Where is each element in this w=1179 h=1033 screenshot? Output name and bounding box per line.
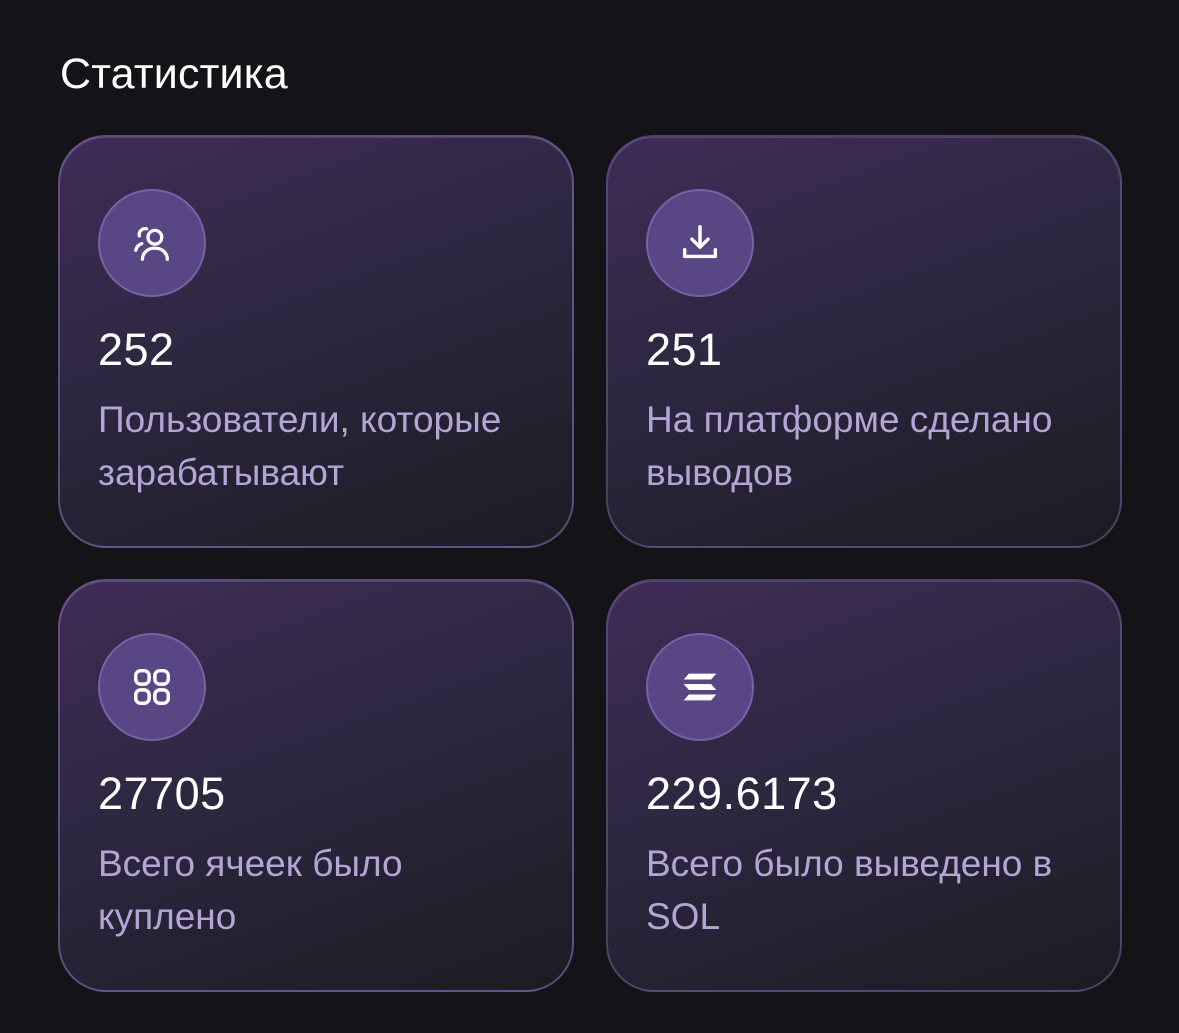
stat-label: На платформе сделано выводов — [646, 399, 1053, 493]
download-icon — [646, 189, 754, 297]
users-icon — [98, 189, 206, 297]
stat-card-withdrawals: 251 На платформе сделано выводов — [606, 135, 1122, 548]
section-title: Статистика — [60, 50, 288, 98]
stat-label: Всего ячеек было куплено — [98, 843, 403, 937]
stat-value: 229.6173 — [646, 768, 838, 819]
stat-value: 252 — [98, 324, 175, 375]
stat-card-cells: 27705 Всего ячеек было куплено — [58, 579, 574, 992]
solana-icon — [646, 633, 754, 741]
stat-card-users: 252 Пользователи, которые зарабатывают — [58, 135, 574, 548]
stat-label: Пользователи, которые зарабатывают — [98, 399, 502, 493]
stat-card-sol: 229.6173 Всего было выведено в SOL — [606, 579, 1122, 992]
stat-label: Всего было выведено в SOL — [646, 843, 1053, 937]
stats-grid: 252 Пользователи, которые зарабатывают 2… — [58, 135, 1122, 992]
stat-value: 27705 — [98, 768, 226, 819]
grid-icon — [98, 633, 206, 741]
stat-value: 251 — [646, 324, 723, 375]
